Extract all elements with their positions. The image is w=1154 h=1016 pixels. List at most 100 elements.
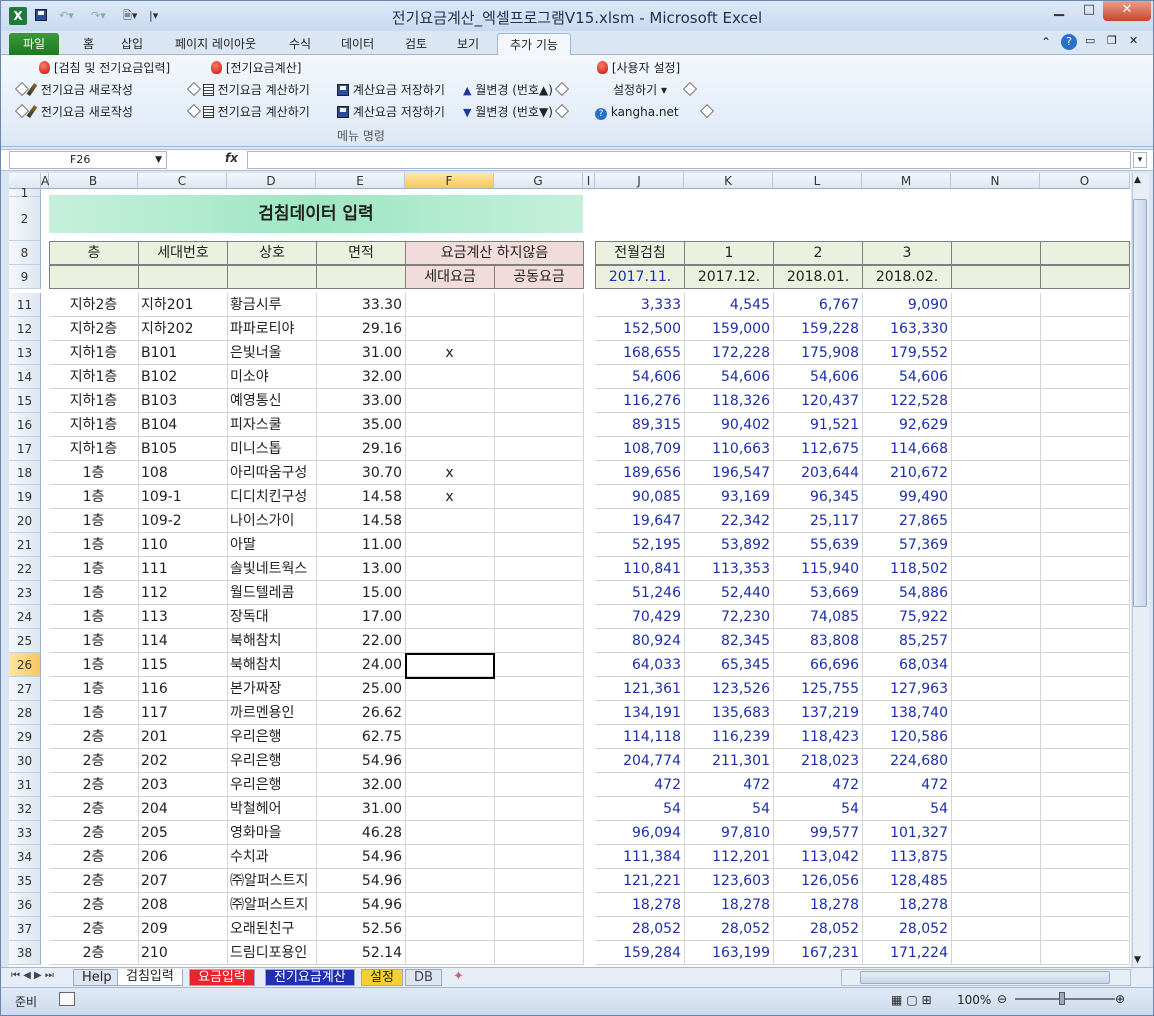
cell-j-29[interactable]: 114,118 — [595, 725, 685, 749]
cell-j-21[interactable]: 52,195 — [595, 533, 685, 557]
cell-f-32[interactable] — [405, 797, 495, 821]
tab-page-layout[interactable]: 페이지 레이아웃 — [163, 33, 268, 55]
cell-name-38[interactable]: 드림디포용인 — [227, 941, 317, 965]
cell-o-28[interactable] — [1040, 701, 1130, 725]
cell-j-36[interactable]: 18,278 — [595, 893, 685, 917]
cell-floor-14[interactable]: 지하1층 — [49, 365, 139, 389]
cell-g-32[interactable] — [494, 797, 584, 821]
cell-k-31[interactable]: 472 — [684, 773, 774, 797]
cell-m-24[interactable]: 75,922 — [862, 605, 952, 629]
cell-area-11[interactable]: 33.30 — [316, 293, 406, 317]
cell-name-15[interactable]: 예영통신 — [227, 389, 317, 413]
cell-area-25[interactable]: 22.00 — [316, 629, 406, 653]
row-header-38[interactable]: 38 — [9, 941, 41, 965]
cell-j-18[interactable]: 189,656 — [595, 461, 685, 485]
row-header-19[interactable]: 19 — [9, 485, 41, 509]
cell-k-26[interactable]: 65,345 — [684, 653, 774, 677]
cell-area-12[interactable]: 29.16 — [316, 317, 406, 341]
cell-l-27[interactable]: 125,755 — [773, 677, 863, 701]
cell-m-23[interactable]: 54,886 — [862, 581, 952, 605]
cell-k-23[interactable]: 52,440 — [684, 581, 774, 605]
sheet-tab-bill[interactable]: 요금입력 — [189, 969, 255, 986]
row-header-24[interactable]: 24 — [9, 605, 41, 629]
cell-unit-38[interactable]: 210 — [138, 941, 228, 965]
cell-j-14[interactable]: 54,606 — [595, 365, 685, 389]
cell-k-37[interactable]: 28,052 — [684, 917, 774, 941]
sheet-tab-meter[interactable]: 검침입력 — [117, 969, 183, 986]
tab-file[interactable]: 파일 — [9, 33, 60, 55]
cell-floor-38[interactable]: 2층 — [49, 941, 139, 965]
cell-floor-36[interactable]: 2층 — [49, 893, 139, 917]
cell-floor-32[interactable]: 2층 — [49, 797, 139, 821]
cell-n-25[interactable] — [951, 629, 1041, 653]
cell-m-21[interactable]: 57,369 — [862, 533, 952, 557]
cell-floor-22[interactable]: 1층 — [49, 557, 139, 581]
sheet-tab-help[interactable]: Help — [73, 969, 121, 986]
cell-name-14[interactable]: 미소야 — [227, 365, 317, 389]
cell-o-27[interactable] — [1040, 677, 1130, 701]
cell-n-38[interactable] — [951, 941, 1041, 965]
cell-n-22[interactable] — [951, 557, 1041, 581]
cell-name-30[interactable]: 우리은행 — [227, 749, 317, 773]
doc-restore-icon[interactable]: ❐ — [1107, 34, 1117, 47]
cell-g-12[interactable] — [494, 317, 584, 341]
cell-k-25[interactable]: 82,345 — [684, 629, 774, 653]
cell-k-20[interactable]: 22,342 — [684, 509, 774, 533]
cell-j-16[interactable]: 89,315 — [595, 413, 685, 437]
cell-area-19[interactable]: 14.58 — [316, 485, 406, 509]
cell-l-23[interactable]: 53,669 — [773, 581, 863, 605]
new-bill-button-1[interactable]: 전기요금 새로작성 — [14, 81, 133, 99]
cell-f-37[interactable] — [405, 917, 495, 941]
tab-data[interactable]: 데이터 — [329, 33, 386, 55]
cell-o-16[interactable] — [1040, 413, 1130, 437]
cell-name-12[interactable]: 파파로티야 — [227, 317, 317, 341]
cell-f-19[interactable]: x — [405, 485, 495, 509]
cell-name-25[interactable]: 북해참치 — [227, 629, 317, 653]
tab-review[interactable]: 검토 — [393, 33, 439, 55]
formula-input[interactable] — [247, 151, 1131, 169]
cell-g-36[interactable] — [494, 893, 584, 917]
cell-unit-30[interactable]: 202 — [138, 749, 228, 773]
row-header-2[interactable]: 2 — [9, 197, 41, 241]
cell-n-17[interactable] — [951, 437, 1041, 461]
cell-unit-23[interactable]: 112 — [138, 581, 228, 605]
cell-n-31[interactable] — [951, 773, 1041, 797]
cell-g-14[interactable] — [494, 365, 584, 389]
cell-area-30[interactable]: 54.96 — [316, 749, 406, 773]
cell-k-30[interactable]: 211,301 — [684, 749, 774, 773]
cell-l-35[interactable]: 126,056 — [773, 869, 863, 893]
cell-floor-31[interactable]: 2층 — [49, 773, 139, 797]
cell-m-37[interactable]: 28,052 — [862, 917, 952, 941]
cell-o-32[interactable] — [1040, 797, 1130, 821]
cell-n-37[interactable] — [951, 917, 1041, 941]
cell-name-29[interactable]: 우리은행 — [227, 725, 317, 749]
cell-f-29[interactable] — [405, 725, 495, 749]
cell-name-28[interactable]: 까르멘용인 — [227, 701, 317, 725]
cell-n-30[interactable] — [951, 749, 1041, 773]
cell-j-34[interactable]: 111,384 — [595, 845, 685, 869]
cell-g-35[interactable] — [494, 869, 584, 893]
cell-f-17[interactable] — [405, 437, 495, 461]
column-header-l[interactable]: L — [773, 173, 862, 189]
cell-j-15[interactable]: 116,276 — [595, 389, 685, 413]
cell-l-29[interactable]: 118,423 — [773, 725, 863, 749]
cell-k-13[interactable]: 172,228 — [684, 341, 774, 365]
cell-j-20[interactable]: 19,647 — [595, 509, 685, 533]
cell-g-28[interactable] — [494, 701, 584, 725]
row-header-9[interactable]: 9 — [9, 265, 41, 289]
cell-floor-27[interactable]: 1층 — [49, 677, 139, 701]
column-header-e[interactable]: E — [316, 173, 405, 189]
cell-floor-30[interactable]: 2층 — [49, 749, 139, 773]
cell-f-22[interactable] — [405, 557, 495, 581]
cell-j-23[interactable]: 51,246 — [595, 581, 685, 605]
cell-m-17[interactable]: 114,668 — [862, 437, 952, 461]
cell-o-13[interactable] — [1040, 341, 1130, 365]
cell-o-26[interactable] — [1040, 653, 1130, 677]
cell-k-34[interactable]: 112,201 — [684, 845, 774, 869]
row-header-32[interactable]: 32 — [9, 797, 41, 821]
cell-o-14[interactable] — [1040, 365, 1130, 389]
cell-name-22[interactable]: 솔빛네트웍스 — [227, 557, 317, 581]
cell-k-21[interactable]: 53,892 — [684, 533, 774, 557]
cell-g-37[interactable] — [494, 917, 584, 941]
cell-unit-11[interactable]: 지하201 — [138, 293, 228, 317]
